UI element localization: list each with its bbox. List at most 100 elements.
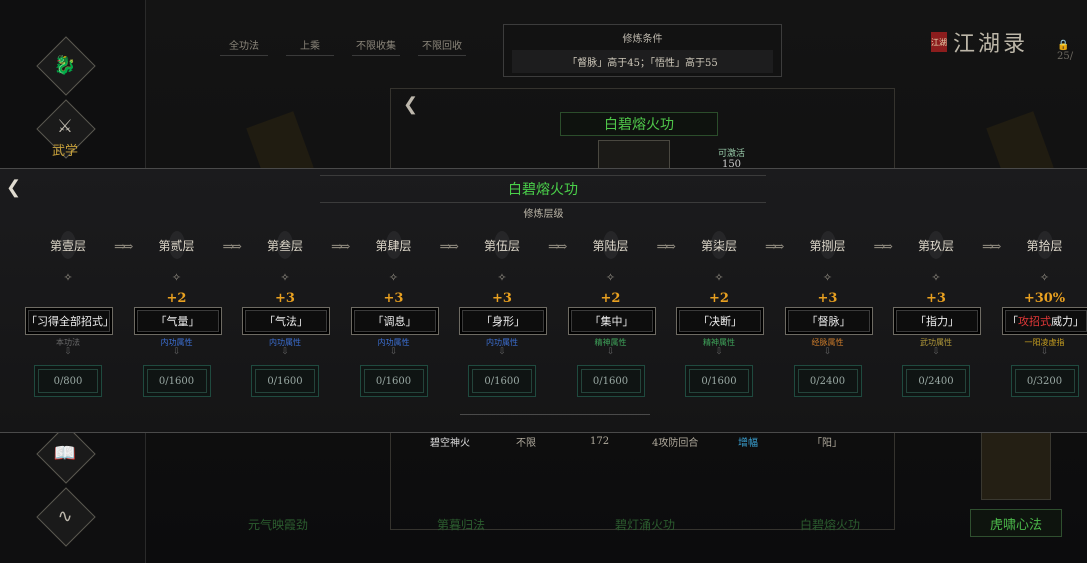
level-bonus: +2 xyxy=(600,291,621,306)
arrow-right-icon: ⇒⇒ xyxy=(548,239,568,255)
level-progress: 0/1600 xyxy=(251,365,319,397)
skill-label[interactable]: 元气映霞劲 xyxy=(248,516,308,533)
level-attribute: 「攻招式 威力」 xyxy=(1001,307,1087,335)
level-bonus: +30% xyxy=(1023,291,1066,306)
skill-label[interactable]: 第暮归法 xyxy=(437,516,485,533)
level-attribute: 「气量」 xyxy=(133,307,222,335)
sidebar-item-wuxue[interactable]: 武学 xyxy=(52,140,78,159)
filter-grade[interactable]: 上乘 xyxy=(286,37,334,56)
skill-card xyxy=(981,430,1051,500)
level-bonus: +3 xyxy=(275,291,295,306)
level-attribute: 「调息」 xyxy=(350,307,439,335)
sparkle-icon: ✧ xyxy=(497,271,507,284)
level-attribute: 「身形」 xyxy=(459,307,547,335)
filter-recycle[interactable]: 不限回收 xyxy=(418,37,466,56)
level-attribute: 「习得全部招式」 xyxy=(25,307,114,335)
lock-counter: 🔒 25/ xyxy=(1057,40,1074,62)
dragon-icon[interactable]: 🐉 xyxy=(47,47,83,83)
level-name: 第玖层 xyxy=(888,231,984,259)
cultivation-levels-modal: ❮ 白碧熔火功 修炼层级 第壹层 ✧ 「习得全部招式」 本功法 ⇩ 0/800 ⇒⇒ 第贰层 ✧… xyxy=(0,168,1087,433)
skill-label[interactable]: 碧灯涌火功 xyxy=(615,516,675,533)
level-name: 第伍层 xyxy=(454,231,550,259)
level-column: 第柒层 ✧ +2 「决断」 精神属性 ⇩ 0/1600 xyxy=(671,229,767,409)
arrow-down-icon: ⇩ xyxy=(932,347,940,357)
sparkle-icon: ✧ xyxy=(1039,271,1050,284)
level-column: 第壹层 ✧ 「习得全部招式」 本功法 ⇩ 0/800 xyxy=(20,229,116,409)
arrow-down-icon: ⇩ xyxy=(64,347,72,357)
level-bonus: +3 xyxy=(383,291,404,306)
sparkle-icon: ✧ xyxy=(605,271,616,284)
sparkle-icon: ✧ xyxy=(388,271,399,284)
level-bonus: +3 xyxy=(492,291,512,306)
arrow-right-icon: ⇒⇒ xyxy=(222,239,243,255)
modal-subtitle: 修炼层级 xyxy=(523,209,564,220)
level-attribute: 「集中」 xyxy=(567,307,656,335)
arrow-down-icon: ⇩ xyxy=(389,347,398,357)
condition-value: 「督脉」高于45；「悟性」高于55 xyxy=(512,50,773,73)
training-condition: 修炼条件 「督脉」高于45；「悟性」高于55 xyxy=(503,24,782,77)
level-bonus: +2 xyxy=(166,291,187,306)
level-progress: 0/800 xyxy=(34,365,102,397)
skill-stat: 可激活 150 xyxy=(718,149,746,170)
page-title: 江湖录 xyxy=(953,32,1029,57)
book-icon[interactable]: 📖 xyxy=(47,435,83,471)
arrow-right-icon: ⇒⇒ xyxy=(656,239,677,255)
level-column: 第拾层 ✧ +30% 「攻招式 威力」 一阳凌虚指 ⇩ 0/3200 xyxy=(997,229,1087,409)
divider xyxy=(460,414,650,415)
arrow-right-icon: ⇒⇒ xyxy=(439,239,460,255)
level-progress: 0/3200 xyxy=(1010,365,1079,397)
back-icon[interactable]: ❮ xyxy=(6,177,21,198)
level-column: 第捌层 ✧ +3 「督脉」 经脉属性 ⇩ 0/2400 xyxy=(780,229,876,409)
level-name: 第捌层 xyxy=(780,231,876,259)
level-name: 第壹层 xyxy=(20,231,116,259)
filter-all[interactable]: 全功法 xyxy=(220,37,268,56)
arrow-right-icon: ⇒⇒ xyxy=(331,239,351,255)
level-attribute: 「气法」 xyxy=(242,307,330,335)
sparkle-icon: ✧ xyxy=(822,271,833,284)
level-column: 第伍层 ✧ +3 「身形」 内功属性 ⇩ 0/1600 xyxy=(454,229,550,409)
seal-icon: 江湖 xyxy=(931,32,947,52)
level-column: 第叁层 ✧ +3 「气法」 内功属性 ⇩ 0/1600 xyxy=(237,229,333,409)
level-column: 第肆层 ✧ +3 「调息」 内功属性 ⇩ 0/1600 xyxy=(346,229,442,409)
condition-title: 修炼条件 xyxy=(622,34,663,45)
level-bonus: +3 xyxy=(817,291,838,306)
level-bonus: +2 xyxy=(709,291,729,306)
filter-collect[interactable]: 不限收集 xyxy=(352,37,400,56)
skill-book-icon xyxy=(598,140,670,170)
header: 江湖 江湖录 xyxy=(931,26,1028,58)
arrow-down-icon: ⇩ xyxy=(281,347,289,357)
skill-button[interactable]: 虎啸心法 xyxy=(970,509,1062,537)
back-icon[interactable]: ❮ xyxy=(403,94,418,115)
level-name: 第柒层 xyxy=(671,231,767,259)
arrow-down-icon: ⇩ xyxy=(823,347,832,357)
filter-bar: 全功法 上乘 不限收集 不限回收 xyxy=(220,37,466,56)
sparkle-icon: ✧ xyxy=(171,271,182,284)
level-progress: 0/2400 xyxy=(902,365,970,397)
snake-icon[interactable]: ∿ xyxy=(47,498,83,534)
arrow-down-icon: ⇩ xyxy=(606,347,615,357)
level-column: 第贰层 ✧ +2 「气量」 内功属性 ⇩ 0/1600 xyxy=(129,229,225,409)
skill-label[interactable]: 白碧熔火功 xyxy=(800,516,860,533)
level-progress: 0/1600 xyxy=(468,365,536,397)
level-column: 第玖层 ✧ +3 「指力」 武功属性 ⇩ 0/2400 xyxy=(888,229,984,409)
sparkle-icon: ✧ xyxy=(931,271,941,284)
level-progress: 0/1600 xyxy=(685,365,753,397)
arrow-right-icon: ⇒⇒ xyxy=(873,239,894,255)
level-progress: 0/1600 xyxy=(576,365,645,397)
level-name: 第肆层 xyxy=(346,231,442,259)
arrow-down-icon: ⇩ xyxy=(172,347,181,357)
level-attribute: 「指力」 xyxy=(893,307,981,335)
level-attribute: 「督脉」 xyxy=(784,307,873,335)
martial-arts-icon[interactable]: ⚔ xyxy=(47,108,83,144)
level-progress: 0/1600 xyxy=(359,365,428,397)
arrow-down-icon: ⇩ xyxy=(498,347,506,357)
level-name: 第叁层 xyxy=(237,231,333,259)
level-progress: 0/1600 xyxy=(142,365,211,397)
level-progress: 0/2400 xyxy=(793,365,862,397)
level-attribute: 「决断」 xyxy=(676,307,764,335)
level-name: 第贰层 xyxy=(129,231,225,259)
table-row: 碧空神火 不限 172 4攻防回合 增幅 「阳」 xyxy=(430,435,842,449)
level-name: 第拾层 xyxy=(997,231,1087,259)
arrow-right-icon: ⇒⇒ xyxy=(765,239,785,255)
level-column: 第陆层 ✧ +2 「集中」 精神属性 ⇩ 0/1600 xyxy=(563,229,659,409)
